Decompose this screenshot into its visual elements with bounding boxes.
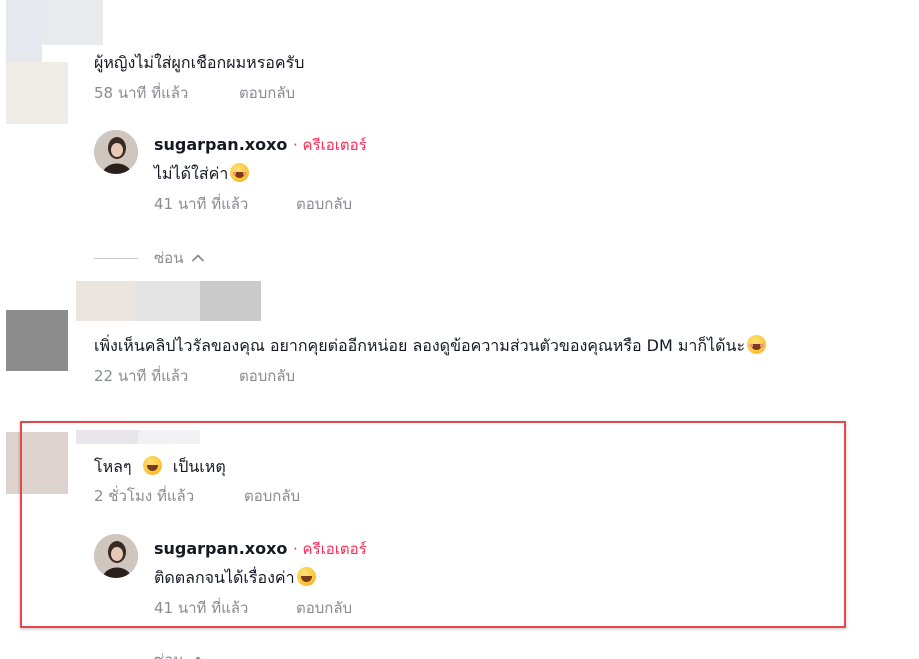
comment-text: โหลๆ เป็นเหตุ	[94, 456, 226, 476]
creator-photo	[94, 130, 138, 174]
reply-username[interactable]: sugarpan.xoxo · ครีเอเตอร์	[154, 538, 367, 560]
comment-text: เพิ่งเห็นคลิปไวรัลของคุณ อยากคุยต่ออีกหน…	[94, 335, 767, 357]
laughing-tears-emoji	[296, 567, 316, 586]
reply-time: 41 นาที ที่แล้ว	[154, 599, 249, 617]
hide-replies-button[interactable]: ซ่อน	[94, 246, 205, 270]
hide-label: ซ่อน	[154, 648, 183, 659]
highlight-box	[20, 421, 846, 628]
username[interactable]: sugarpan.xoxo	[154, 539, 287, 558]
chevron-up-icon	[192, 254, 205, 262]
smiling-blush-emoji	[747, 335, 767, 354]
divider	[94, 257, 138, 259]
reply-button[interactable]: ตอบกลับ	[239, 366, 295, 386]
comment-time: 2 ชั่วโมง ที่แล้ว	[94, 487, 195, 505]
reply-text: ติดตลกจนได้เรื่องค่า	[154, 567, 316, 589]
rofl-emoji	[230, 163, 250, 182]
reply-button[interactable]: ตอบกลับ	[296, 598, 352, 618]
avatar[interactable]	[94, 130, 138, 174]
redacted-username-2	[76, 281, 136, 321]
reply-username[interactable]: sugarpan.xoxo · ครีเอเตอร์	[154, 134, 367, 156]
avatar[interactable]	[94, 534, 138, 578]
redacted-avatar-1c	[6, 62, 68, 124]
redacted-avatar-1b	[42, 0, 103, 45]
redacted-username-2c	[200, 281, 261, 321]
reply-button[interactable]: ตอบกลับ	[244, 486, 300, 506]
chevron-up-icon	[195, 656, 202, 659]
redacted-username-2b	[136, 281, 200, 321]
comment-text: ผู้หญิงไม่ใส่ผูกเชือกผมหรอครับ	[94, 53, 305, 72]
hide-label: ซ่อน	[154, 249, 184, 267]
creator-badge: · ครีเอเตอร์	[292, 136, 367, 154]
username[interactable]: sugarpan.xoxo	[154, 135, 287, 154]
reply-button[interactable]: ตอบกลับ	[239, 83, 295, 103]
reply-text: ไม่ได้ใส่ค่า	[154, 163, 250, 185]
reply-time: 41 นาที ที่แล้ว	[154, 195, 249, 213]
comment-time: 58 นาที ที่แล้ว	[94, 84, 189, 102]
redacted-avatar-2	[6, 310, 68, 371]
hide-replies-button[interactable]: ซ่อน	[94, 648, 205, 659]
comment-time: 22 นาที ที่แล้ว	[94, 367, 189, 385]
reply-button[interactable]: ตอบกลับ	[296, 194, 352, 214]
laughing-tears-emoji	[142, 456, 162, 475]
creator-photo	[94, 534, 138, 578]
redacted-avatar-1	[6, 0, 42, 62]
creator-badge: · ครีเอเตอร์	[292, 540, 367, 558]
